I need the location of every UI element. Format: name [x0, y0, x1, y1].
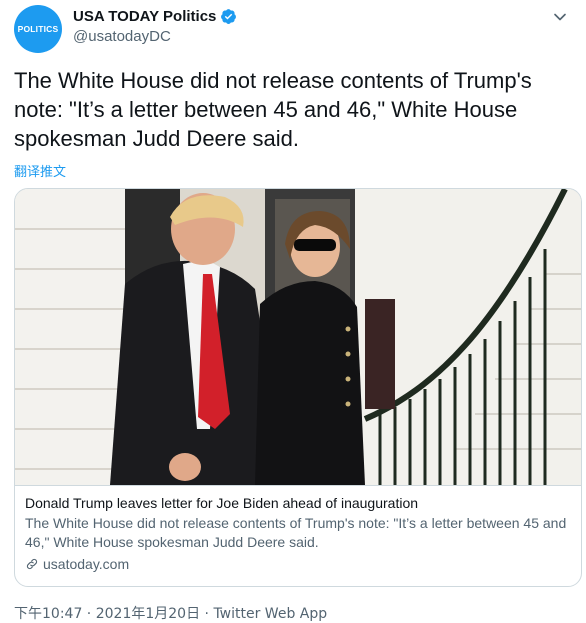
card-description: The White House did not release contents… [25, 515, 567, 550]
card-body: Donald Trump leaves letter for Joe Biden… [15, 485, 581, 586]
card-image [15, 189, 581, 485]
tweet-source[interactable]: Twitter Web App [213, 606, 327, 622]
account-names: USA TODAY Politics @usatodayDC [73, 6, 237, 45]
account-handle[interactable]: @usatodayDC [73, 28, 237, 45]
translate-tweet-link[interactable]: 翻译推文 [14, 161, 66, 180]
card-domain[interactable]: usatoday.com [25, 556, 571, 572]
link-icon [26, 558, 38, 570]
tweet-text: The White House did not release contents… [14, 68, 532, 151]
tweet-meta: 下午10:47 · 2021年1月20日 · Twitter Web App [14, 603, 327, 623]
chevron-down-icon[interactable] [550, 7, 570, 27]
tweet-time[interactable]: 下午10:47 [14, 606, 82, 622]
tweet-header: POLITICS USA TODAY Politics @usatodayDC [14, 5, 574, 53]
meta-separator: · [82, 606, 96, 622]
card-domain-text: usatoday.com [43, 556, 130, 572]
display-name[interactable]: USA TODAY Politics [73, 8, 216, 25]
verified-badge-icon [221, 8, 237, 24]
avatar[interactable]: POLITICS [14, 5, 62, 53]
tweet-date[interactable]: 2021年1月20日 [96, 606, 200, 622]
card-title[interactable]: Donald Trump leaves letter for Joe Biden… [25, 494, 571, 512]
avatar-label: POLITICS [17, 24, 59, 34]
link-card[interactable]: Donald Trump leaves letter for Joe Biden… [14, 188, 582, 587]
meta-separator: · [200, 606, 214, 622]
